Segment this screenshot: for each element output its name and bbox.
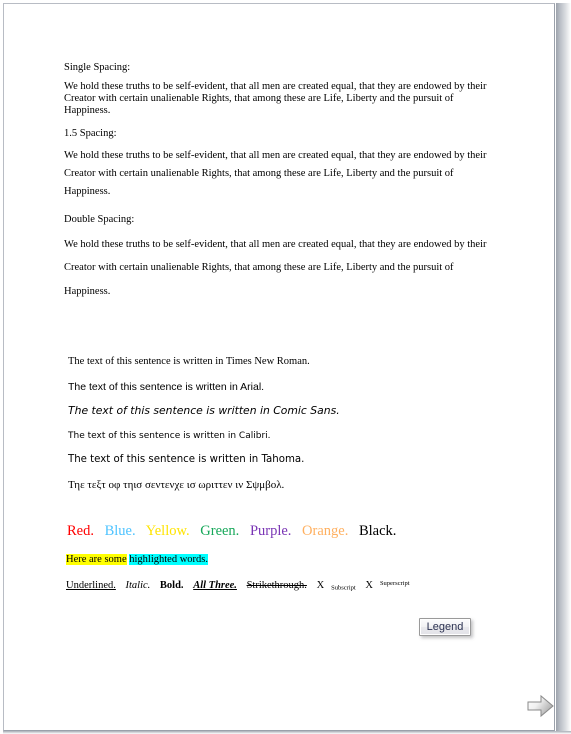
color-word-orange: Orange. bbox=[302, 523, 349, 539]
format-sample-bold: Bold. bbox=[159, 580, 184, 591]
font-sample-comic-sans: The text of this sentence is written in … bbox=[68, 404, 340, 417]
document-page-root: Single Spacing: We hold these truths to … bbox=[0, 0, 571, 734]
font-sample-calibri: The text of this sentence is written in … bbox=[68, 430, 271, 441]
paragraph-15-spacing: We hold these truths to be self-evident,… bbox=[64, 150, 487, 197]
highlight-yellow-segment: Here are some bbox=[66, 554, 127, 565]
format-sample-all-three: All Three. bbox=[193, 580, 237, 591]
superscript-base: X bbox=[365, 580, 373, 591]
subscript-text: Subscript bbox=[331, 584, 356, 592]
highlighted-text-line: Here are some highlighted words. bbox=[66, 554, 209, 565]
document-text-body: Single Spacing: We hold these truths to … bbox=[64, 62, 496, 312]
color-word-green: Green. bbox=[200, 523, 240, 539]
font-sample-list: The text of this sentence is written in … bbox=[68, 350, 508, 497]
format-sample-strikethrough: Strikethrough. bbox=[246, 580, 307, 591]
color-word-yellow: Yellow. bbox=[145, 523, 190, 539]
color-word-blue: Blue. bbox=[104, 523, 136, 539]
color-word-list: Red. Blue. Yellow. Green. Purple. Orange… bbox=[67, 523, 403, 540]
heading-double-spacing: Double Spacing: bbox=[64, 213, 135, 225]
color-word-purple: Purple. bbox=[249, 523, 292, 539]
arrow-right-icon[interactable] bbox=[527, 693, 555, 719]
color-word-red: Red. bbox=[67, 523, 94, 539]
format-sample-superscript: X Superscript bbox=[365, 580, 409, 591]
subscript-base: X bbox=[316, 580, 325, 591]
heading-single-spacing: Single Spacing: bbox=[64, 62, 131, 73]
superscript-text: Superscript bbox=[379, 580, 410, 588]
format-sample-subscript: X Subscript bbox=[316, 580, 356, 592]
legend-button[interactable]: Legend bbox=[419, 618, 471, 636]
paragraph-double-spacing: We hold these truths to be self-evident,… bbox=[64, 238, 487, 298]
font-sample-times-new-roman: The text of this sentence is written in … bbox=[68, 356, 310, 367]
highlight-cyan-segment: highlighted words. bbox=[129, 554, 209, 565]
font-sample-symbol: Τηε τεξτ οφ τηισ σεντενχε ισ ωριττεν ιν … bbox=[68, 478, 285, 491]
color-word-black: Black. bbox=[358, 523, 397, 539]
font-sample-tahoma: The text of this sentence is written in … bbox=[68, 454, 305, 465]
format-sample-underlined: Underlined. bbox=[66, 580, 116, 591]
format-sample-list: Underlined. Italic. Bold. All Three. Str… bbox=[66, 580, 417, 592]
heading-15-spacing: 1.5 Spacing: bbox=[64, 128, 117, 140]
legend-button-label: Legend bbox=[426, 621, 464, 633]
page-right-shadow bbox=[556, 3, 571, 734]
font-sample-arial: The text of this sentence is written in … bbox=[68, 380, 265, 393]
paragraph-single-spacing: We hold these truths to be self-evident,… bbox=[64, 80, 487, 116]
format-sample-italic: Italic. bbox=[125, 580, 151, 591]
